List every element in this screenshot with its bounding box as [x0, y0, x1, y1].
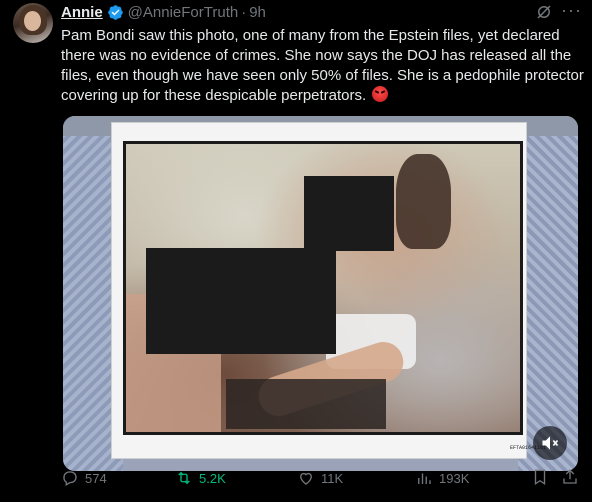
speaker-muted-icon[interactable]	[533, 426, 567, 460]
repost-icon	[178, 471, 190, 485]
like-count: 11K	[321, 470, 344, 486]
timestamp[interactable]: 9h	[249, 4, 266, 21]
angry-face-icon	[372, 86, 389, 102]
repost-button[interactable]: 5.2K	[175, 468, 226, 488]
avatar[interactable]	[13, 3, 53, 43]
tweet-text-content: Pam Bondi saw this photo, one of many fr…	[61, 27, 584, 104]
avatar-face	[24, 11, 41, 31]
tweet-actions: 574 5.2K 11K 193K	[61, 468, 585, 488]
views-count: 193K	[439, 470, 470, 486]
media-background-right	[518, 116, 578, 471]
photo-region	[396, 154, 451, 249]
heart-icon	[300, 472, 312, 485]
user-handle[interactable]: @AnnieForTruth	[128, 4, 239, 21]
separator-dot: ·	[241, 3, 247, 21]
share-icon[interactable]	[561, 468, 579, 486]
analytics-icon	[418, 473, 431, 484]
display-name[interactable]: Annie	[61, 4, 103, 21]
verified-badge-icon	[107, 4, 124, 21]
like-button[interactable]: 11K	[297, 468, 343, 488]
tweet-media[interactable]: EFTA01641161	[63, 116, 578, 471]
redacted-photo	[123, 141, 523, 435]
more-options-icon[interactable]: ···	[561, 1, 582, 19]
tweet-text: Pam Bondi saw this photo, one of many fr…	[61, 26, 585, 106]
redaction-box	[304, 176, 394, 251]
bookmark-icon[interactable]	[531, 468, 549, 486]
redaction-box	[146, 248, 336, 354]
reply-icon	[63, 471, 77, 486]
grok-icon[interactable]	[535, 3, 553, 21]
views-button[interactable]: 193K	[415, 468, 469, 488]
photo-region	[226, 379, 386, 429]
tweet-header: Annie @AnnieForTruth · 9h	[61, 2, 266, 22]
reply-button[interactable]: 574	[61, 468, 107, 488]
reply-count: 574	[85, 470, 107, 486]
repost-count: 5.2K	[199, 470, 226, 486]
